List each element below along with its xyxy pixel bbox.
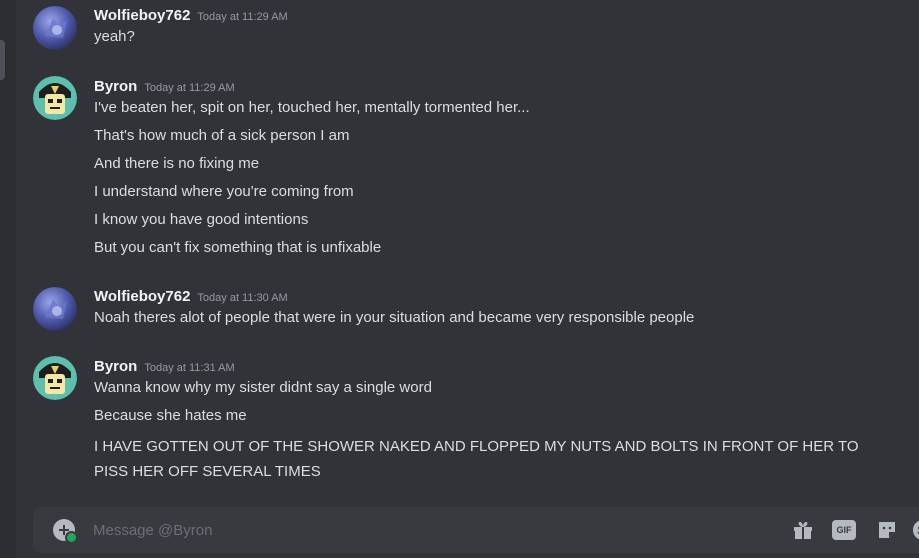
- message-author[interactable]: Byron: [94, 358, 137, 375]
- gif-button[interactable]: GIF: [832, 518, 858, 542]
- cartoon-avatar-icon: [33, 76, 77, 120]
- message-text: I've beaten her, spit on her, touched he…: [94, 99, 530, 116]
- left-gutter: [0, 0, 16, 558]
- add-attachment-button[interactable]: [53, 519, 78, 544]
- gif-icon: GIF: [832, 520, 856, 540]
- avatar-wolfieboy762[interactable]: [33, 6, 77, 50]
- gift-icon: [794, 522, 812, 539]
- message-timestamp: Today at 11:30 AM: [197, 292, 288, 304]
- message-text: I know you have good intentions: [94, 211, 309, 228]
- message-text: Wanna know why my sister didnt say a sin…: [94, 379, 432, 396]
- scroll-indicator: [0, 40, 5, 80]
- message-author[interactable]: Wolfieboy762: [94, 7, 190, 24]
- online-status-dot: [65, 531, 78, 544]
- message-timestamp: Today at 11:29 AM: [144, 82, 235, 94]
- avatar-wolfieboy762[interactable]: [33, 287, 77, 331]
- message-author[interactable]: Wolfieboy762: [94, 288, 190, 305]
- wolf-avatar-icon: [33, 287, 77, 331]
- cartoon-avatar-icon: [33, 356, 77, 400]
- message-text: And there is no fixing me: [94, 155, 260, 172]
- message-text: I HAVE GOTTEN OUT OF THE SHOWER NAKED AN…: [94, 438, 859, 480]
- avatar-byron[interactable]: [33, 76, 77, 120]
- sticker-button[interactable]: [875, 518, 899, 542]
- avatar-byron[interactable]: [33, 356, 77, 400]
- message-text: I understand where you're coming from: [94, 183, 354, 200]
- dm-chat-window: Wolfieboy762 Today at 11:29 AM yeah? Byr…: [0, 0, 919, 558]
- message-timestamp: Today at 11:29 AM: [197, 11, 288, 23]
- message-timestamp: Today at 11:31 AM: [144, 362, 235, 374]
- message-input[interactable]: [93, 507, 693, 553]
- message-composer: GIF: [33, 507, 919, 553]
- emoji-button[interactable]: [911, 518, 919, 542]
- message-text: yeah?: [94, 28, 135, 45]
- sticker-icon: [879, 522, 895, 538]
- message-text: Because she hates me: [94, 407, 247, 424]
- message-author[interactable]: Byron: [94, 78, 137, 95]
- message-text: That's how much of a sick person I am: [94, 127, 350, 144]
- message-list[interactable]: Wolfieboy762 Today at 11:29 AM yeah? Byr…: [16, 0, 919, 500]
- wolf-avatar-icon: [33, 6, 77, 50]
- gift-button[interactable]: [791, 518, 815, 542]
- message-text: But you can't fix something that is unfi…: [94, 239, 382, 256]
- emoji-icon: [913, 520, 919, 540]
- message-text: Noah theres alot of people that were in …: [94, 309, 695, 326]
